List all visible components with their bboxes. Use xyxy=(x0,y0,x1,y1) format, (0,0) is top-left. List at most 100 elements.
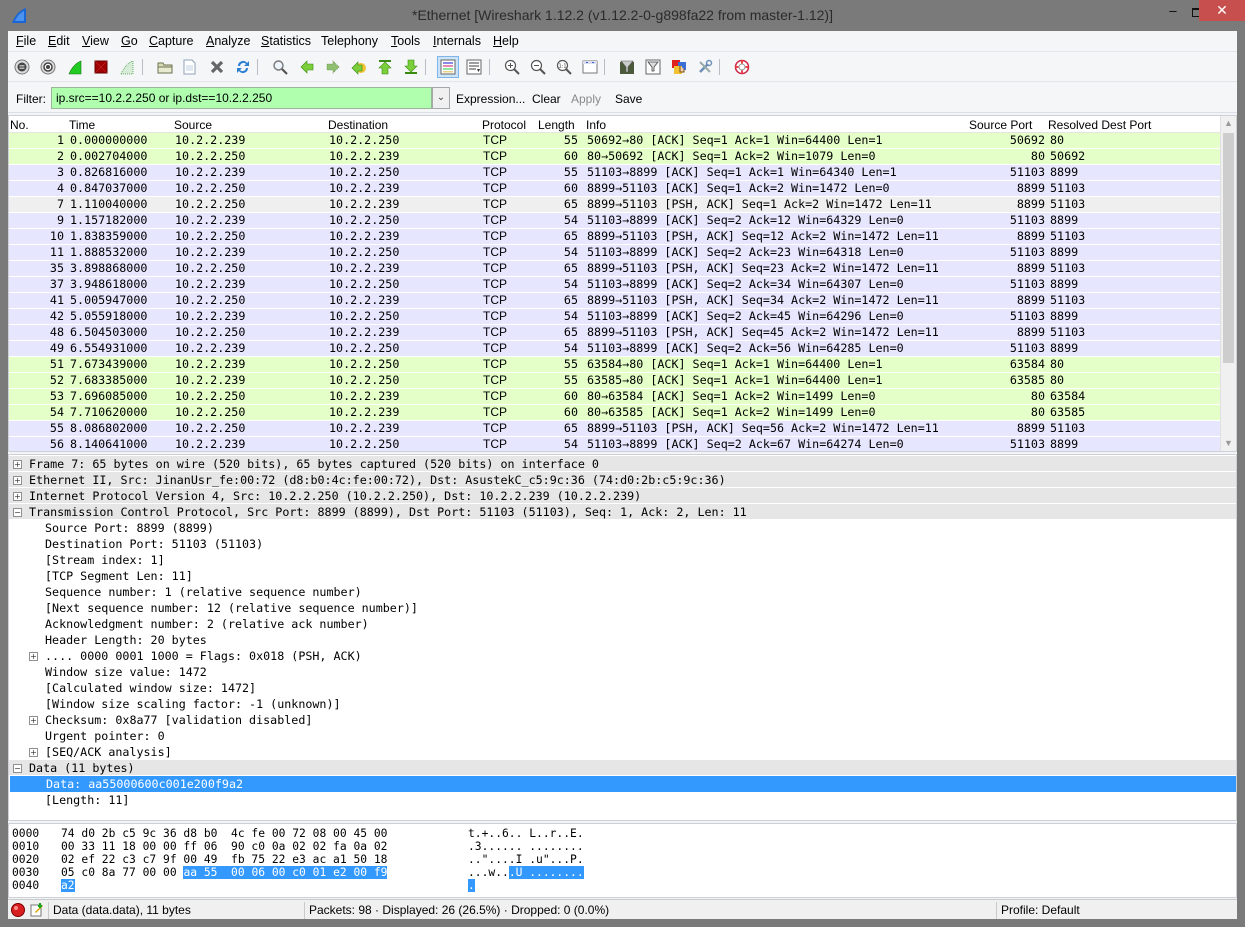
packet-row[interactable]: 42 5.055918000 10.2.2.239 10.2.2.250 TCP 54 51… xyxy=(9,309,1221,325)
packet-row[interactable]: 37 3.948618000 10.2.2.239 10.2.2.250 TCP 54 51… xyxy=(9,277,1221,293)
protocol-tree-field[interactable]: Header Length: 20 bytes xyxy=(9,632,1236,648)
capture-options-button[interactable] xyxy=(37,56,59,78)
packet-row[interactable]: 49 6.554931000 10.2.2.239 10.2.2.250 TCP 54 51… xyxy=(9,341,1221,357)
protocol-tree-header[interactable]: − Transmission Control Protocol, Src Port… xyxy=(9,504,1236,520)
display-filter-input[interactable] xyxy=(51,87,432,109)
help-button[interactable] xyxy=(731,56,753,78)
scrollbar-thumb[interactable] xyxy=(1223,133,1234,363)
packet-row[interactable]: 4 0.847037000 10.2.2.250 10.2.2.239 TCP 60 889… xyxy=(9,181,1221,197)
menu-telephony[interactable]: Telephony xyxy=(321,34,378,48)
hex-ascii[interactable]: . xyxy=(468,879,475,892)
coloring-rules-button[interactable] xyxy=(668,56,690,78)
protocol-tree-field[interactable]: [Calculated window size: 1472] xyxy=(9,680,1236,696)
hex-ascii[interactable]: .3...... ........ xyxy=(468,840,584,853)
packet-row[interactable]: 35 3.898868000 10.2.2.250 10.2.2.239 TCP 65 88… xyxy=(9,261,1221,277)
start-capture-button[interactable] xyxy=(64,56,86,78)
column-header-destination[interactable]: Destination xyxy=(328,118,388,132)
packet-row[interactable]: 7 1.110040000 10.2.2.250 10.2.2.239 TCP 65 889… xyxy=(9,197,1221,213)
menu-tools[interactable]: Tools xyxy=(391,34,420,48)
capture-filters-button[interactable] xyxy=(616,56,638,78)
hex-bytes[interactable]: a2 xyxy=(61,879,75,892)
protocol-tree-field[interactable]: [Stream index: 1] xyxy=(9,552,1236,568)
packet-row[interactable]: 11 1.888532000 10.2.2.239 10.2.2.250 TCP 54 51… xyxy=(9,245,1221,261)
column-header-length[interactable]: Length xyxy=(538,118,575,132)
hex-ascii[interactable]: .."....I .u"...P. xyxy=(468,853,584,866)
hex-row[interactable]: 0030 05 c0 8a 77 00 00 aa 55 00 06 00 c0 … xyxy=(9,866,1236,879)
protocol-tree-field[interactable]: [Next sequence number: 12 (relative sequ… xyxy=(9,600,1236,616)
expression-button[interactable]: Expression... xyxy=(456,92,525,106)
hex-row[interactable]: 0040 a2. xyxy=(9,879,1236,892)
hex-ascii[interactable]: t.+..6.. L..r..E. xyxy=(468,827,584,840)
packet-row[interactable]: 41 5.005947000 10.2.2.250 10.2.2.239 TCP 65 88… xyxy=(9,293,1221,309)
expand-icon[interactable]: + xyxy=(13,460,22,469)
protocol-tree-field[interactable]: [TCP Segment Len: 11] xyxy=(9,568,1236,584)
column-header-info[interactable]: Info xyxy=(586,118,606,132)
protocol-tree-field[interactable]: Urgent pointer: 0 xyxy=(9,728,1236,744)
packet-list-scrollbar[interactable]: ▲ ▼ xyxy=(1220,116,1236,451)
last-packet-button[interactable] xyxy=(400,56,422,78)
column-header-source[interactable]: Source xyxy=(174,118,212,132)
menu-help[interactable]: Help xyxy=(493,34,519,48)
expand-icon[interactable]: + xyxy=(29,716,38,725)
capture-comment-icon[interactable] xyxy=(30,903,44,917)
menu-capture[interactable]: Capture xyxy=(149,34,193,48)
save-file-button[interactable] xyxy=(178,56,200,78)
packet-row[interactable]: 52 7.683385000 10.2.2.239 10.2.2.250 TCP 55 63… xyxy=(9,373,1221,389)
reload-button[interactable] xyxy=(232,56,254,78)
scroll-down-icon[interactable]: ▼ xyxy=(1224,438,1233,448)
expand-icon[interactable]: + xyxy=(29,652,38,661)
expand-icon[interactable]: + xyxy=(13,476,22,485)
packet-row[interactable]: 9 1.157182000 10.2.2.239 10.2.2.250 TCP 54 511… xyxy=(9,213,1221,229)
open-file-button[interactable] xyxy=(154,56,176,78)
protocol-tree-header[interactable]: − Data (11 bytes) xyxy=(9,760,1236,776)
hex-row[interactable]: 0000 74 d0 2b c5 9c 36 d8 b0 4c fe 00 72 … xyxy=(9,827,1236,840)
menu-view[interactable]: View xyxy=(82,34,109,48)
hex-row[interactable]: 0010 00 33 11 18 00 00 ff 06 90 c0 0a 02 … xyxy=(9,840,1236,853)
hex-ascii[interactable]: ...w...U ........ xyxy=(468,866,584,879)
display-filters-button[interactable] xyxy=(642,56,664,78)
protocol-tree-field[interactable]: Sequence number: 1 (relative sequence nu… xyxy=(9,584,1236,600)
protocol-tree-field[interactable]: Destination Port: 51103 (51103) xyxy=(9,536,1236,552)
find-packet-button[interactable] xyxy=(269,56,291,78)
packet-row[interactable]: 10 1.838359000 10.2.2.250 10.2.2.239 TCP 65 88… xyxy=(9,229,1221,245)
first-packet-button[interactable] xyxy=(374,56,396,78)
protocol-tree-field[interactable]: + Checksum: 0x8a77 [validation disabled] xyxy=(9,712,1236,728)
column-header-time[interactable]: Time xyxy=(69,118,95,132)
save-filter-button[interactable]: Save xyxy=(615,92,642,106)
menu-go[interactable]: Go xyxy=(121,34,138,48)
menu-analyze[interactable]: Analyze xyxy=(206,34,250,48)
expand-icon[interactable]: + xyxy=(13,492,22,501)
packet-row[interactable]: 54 7.710620000 10.2.2.250 10.2.2.239 TCP 60 80… xyxy=(9,405,1221,421)
protocol-tree-header[interactable]: + Internet Protocol Version 4, Src: 10.2.… xyxy=(9,488,1236,504)
packet-row[interactable]: 48 6.504503000 10.2.2.250 10.2.2.239 TCP 65 88… xyxy=(9,325,1221,341)
hex-row[interactable]: 0020 02 ef 22 c3 c7 9f 00 49 fb 75 22 e3 … xyxy=(9,853,1236,866)
protocol-tree-field[interactable]: Acknowledgment number: 2 (relative ack n… xyxy=(9,616,1236,632)
collapse-icon[interactable]: − xyxy=(13,764,22,773)
menu-internals[interactable]: Internals xyxy=(433,34,481,48)
protocol-tree-field[interactable]: Window size value: 1472 xyxy=(9,664,1236,680)
interfaces-button[interactable] xyxy=(11,56,33,78)
packet-row[interactable]: 55 8.086802000 10.2.2.250 10.2.2.239 TCP 65 88… xyxy=(9,421,1221,437)
column-header-resolved-dest-port[interactable]: Resolved Dest Port xyxy=(1048,118,1151,132)
close-file-button[interactable] xyxy=(206,56,228,78)
packet-row[interactable]: 1 0.000000000 10.2.2.239 10.2.2.250 TCP 55 506… xyxy=(9,133,1221,149)
go-forward-button[interactable] xyxy=(322,56,344,78)
menu-edit[interactable]: Edit xyxy=(48,34,70,48)
protocol-tree-header[interactable]: + Frame 7: 65 bytes on wire (520 bits), 6… xyxy=(9,456,1236,472)
packet-row[interactable]: 2 0.002704000 10.2.2.250 10.2.2.239 TCP 60 80→… xyxy=(9,149,1221,165)
go-back-button[interactable] xyxy=(296,56,318,78)
clear-filter-button[interactable]: Clear xyxy=(532,92,561,106)
hex-bytes[interactable]: 74 d0 2b c5 9c 36 d8 b0 4c fe 00 72 08 0… xyxy=(61,827,387,840)
column-header-no[interactable]: No. xyxy=(10,118,29,132)
column-header-protocol[interactable]: Protocol xyxy=(482,118,526,132)
scroll-up-icon[interactable]: ▲ xyxy=(1224,118,1233,128)
protocol-tree-field[interactable]: Data: aa55000600c001e200f9a2 xyxy=(10,776,1236,792)
colorize-button[interactable] xyxy=(437,56,459,78)
packet-row[interactable]: 51 7.673439000 10.2.2.239 10.2.2.250 TCP 55 63… xyxy=(9,357,1221,373)
collapse-icon[interactable]: − xyxy=(13,508,22,517)
hex-bytes[interactable]: 02 ef 22 c3 c7 9f 00 49 fb 75 22 e3 ac a… xyxy=(61,853,387,866)
zoom-in-button[interactable] xyxy=(501,56,523,78)
close-button[interactable]: ✕ xyxy=(1199,0,1245,21)
protocol-tree-field[interactable]: + [SEQ/ACK analysis] xyxy=(9,744,1236,760)
stop-capture-button[interactable] xyxy=(90,56,112,78)
